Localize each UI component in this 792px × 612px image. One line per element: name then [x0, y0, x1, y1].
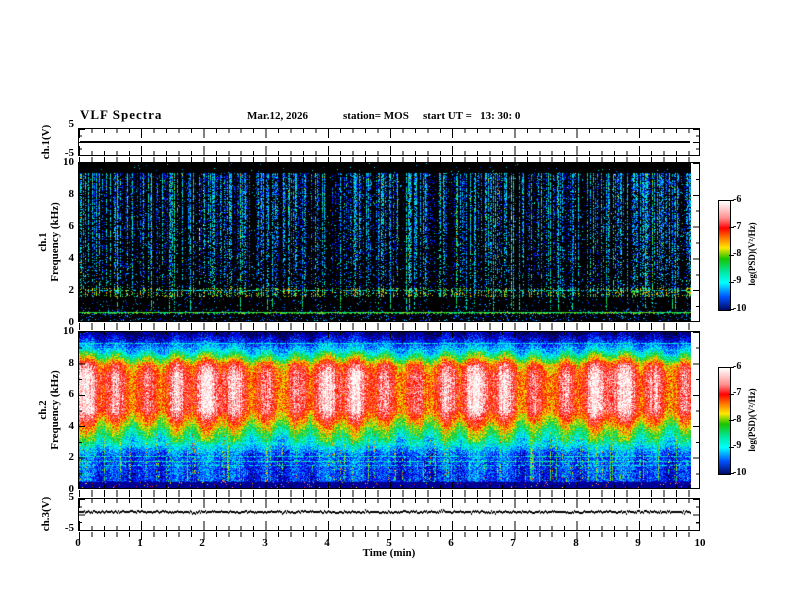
y-tick-label: 2 — [68, 451, 75, 463]
tick-marks — [79, 323, 699, 330]
station-label: station= MOS — [343, 110, 409, 122]
colorbar-tick — [729, 420, 734, 421]
colorbar-tick-label: -10 — [733, 467, 747, 478]
colorbar-tick — [729, 367, 734, 368]
x-tick-label: 9 — [635, 537, 641, 549]
colorbar-tick-label: -6 — [733, 194, 742, 205]
colorbar-ch2 — [718, 367, 731, 475]
colorbar-tick — [729, 447, 734, 448]
start-ut-label: start UT = 13: 30: 0 — [423, 110, 521, 122]
y-tick-label: 8 — [68, 188, 75, 200]
x-tick-label: 0 — [75, 537, 81, 549]
ch1-zero-line — [80, 141, 690, 143]
y-tick-label: 8 — [68, 357, 75, 369]
x-tick-label: 6 — [448, 537, 454, 549]
colorbar-tick-label: -6 — [733, 361, 742, 372]
ch1-spectrogram-canvas — [79, 163, 691, 321]
colorbar-tick — [729, 255, 734, 256]
x-tick-label: 1 — [137, 537, 143, 549]
y-tick-label: 10 — [63, 325, 74, 337]
y-tick-label: 2 — [68, 284, 75, 296]
page-title: VLF Spectra — [80, 107, 163, 122]
ch3-waveform-canvas — [79, 499, 691, 530]
x-tick-label: 7 — [510, 537, 516, 549]
x-tick-label: 2 — [199, 537, 205, 549]
x-tick-label: 8 — [573, 537, 579, 549]
vlf-spectra-figure: VLF Spectra Mar.12, 2026 station= MOS st… — [0, 0, 792, 612]
date-label: Mar.12, 2026 — [247, 110, 309, 122]
panel-ch1-spectrogram — [78, 162, 700, 322]
x-tick-label: 4 — [324, 537, 330, 549]
ch2-axis-frequency: Frequency (kHz) — [49, 370, 61, 450]
x-tick-label: 3 — [262, 537, 268, 549]
colorbar-tick — [729, 200, 734, 201]
colorbar-tick — [729, 309, 734, 310]
ch3-voltage-axis-label: ch.3(V) — [40, 496, 52, 532]
ch1-axis-channel: ch.1 — [37, 232, 49, 252]
ch1-axis-frequency: Frequency (kHz) — [49, 202, 61, 282]
colorbar-tick-label: -10 — [733, 303, 747, 314]
colorbar-ch1-label: log(PSD)(V²/Hz) — [747, 222, 757, 286]
colorbar-tick — [729, 473, 734, 474]
ch2-axis-channel: ch.2 — [37, 400, 49, 420]
panel-ch3-voltage — [78, 498, 700, 531]
y-tick-label: 10 — [63, 156, 74, 168]
ch2-spectrogram-canvas — [79, 332, 691, 488]
colorbar-tick — [729, 282, 734, 283]
ch1-frequency-axis-label: ch.1 Frequency (kHz) — [37, 202, 61, 282]
panel-ch2-spectrogram — [78, 331, 700, 489]
ch2-frequency-axis-label: ch.2 Frequency (kHz) — [37, 370, 61, 450]
tick-marks — [79, 490, 699, 497]
x-tick-label: 10 — [694, 537, 706, 549]
colorbar-ch2-label: log(PSD)(V²/Hz) — [747, 388, 757, 452]
x-axis-label: Time (min) — [362, 547, 416, 559]
panel-ch1-voltage — [78, 128, 700, 156]
colorbar-tick — [729, 394, 734, 395]
colorbar-tick — [729, 227, 734, 228]
